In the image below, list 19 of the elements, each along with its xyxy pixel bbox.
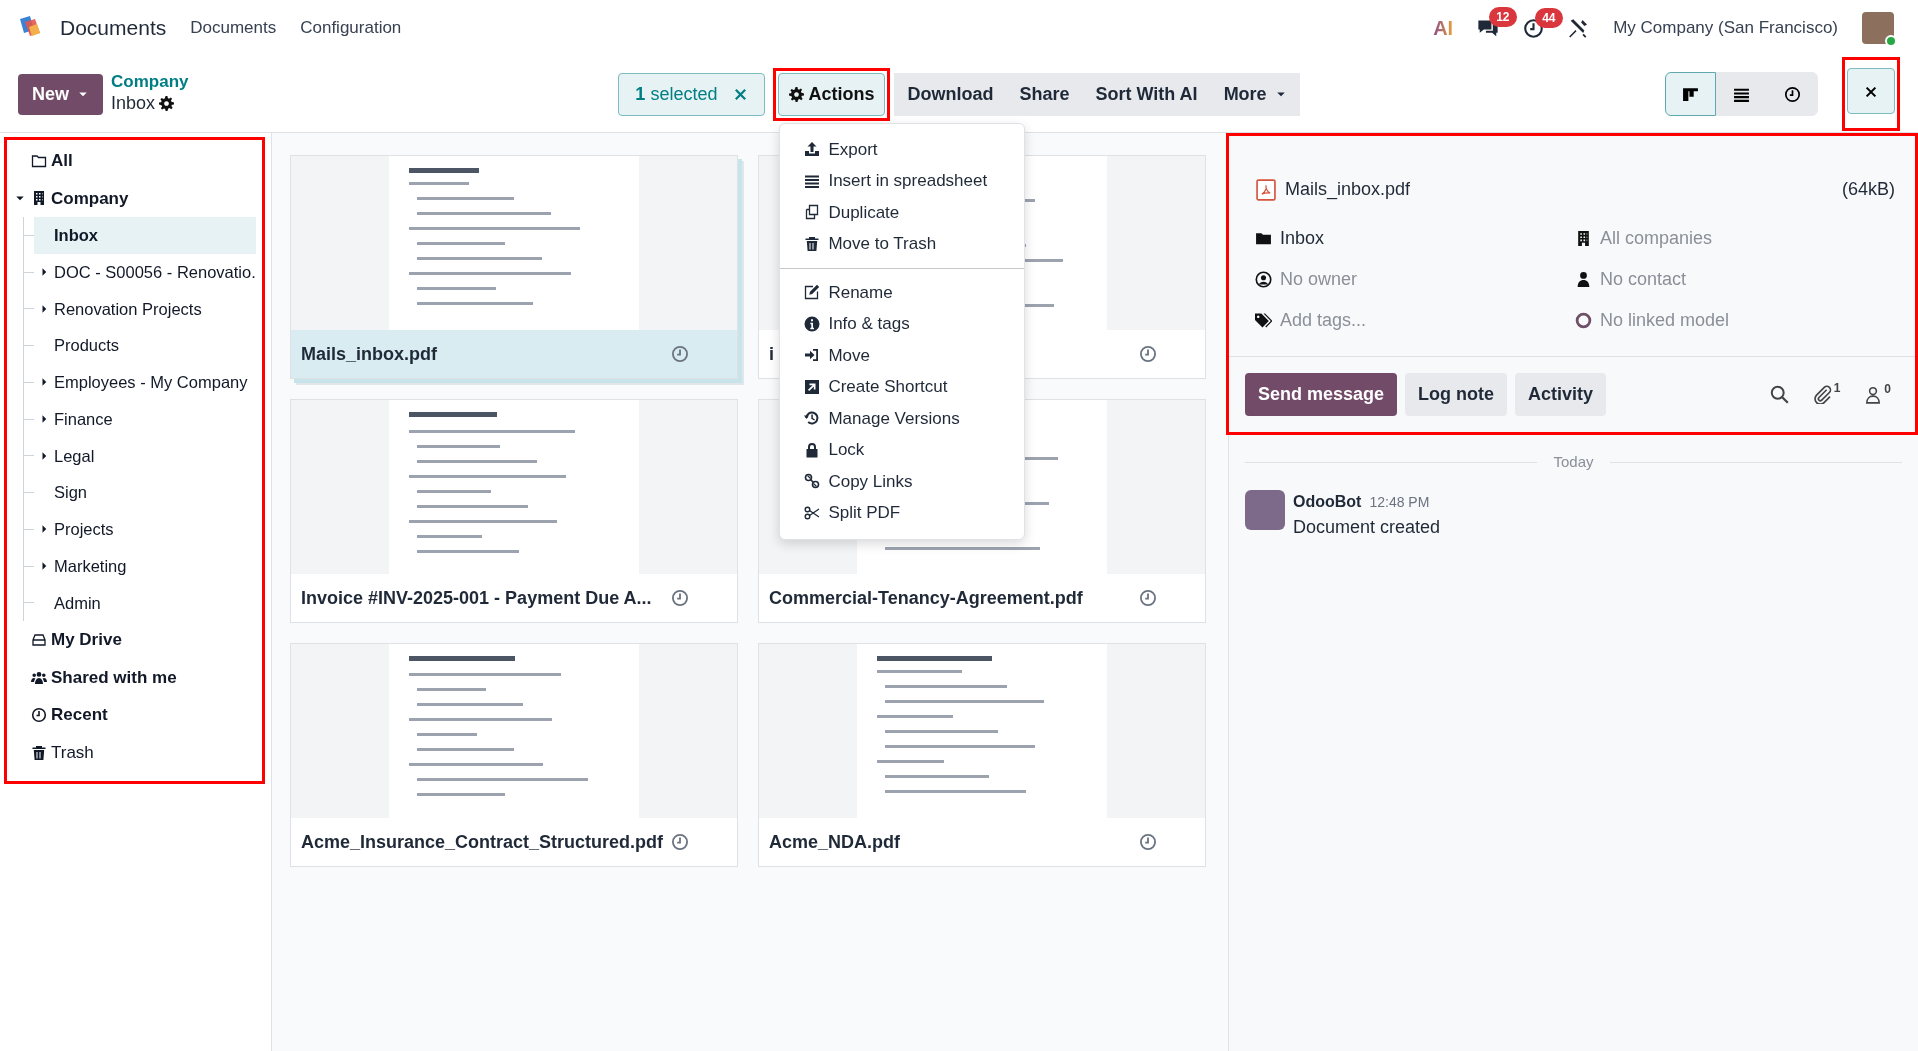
attachment-count: 1 [1833, 380, 1841, 397]
date-separator: Today [1553, 452, 1594, 472]
document-title: Acme_Insurance_Contract_Structured.pdf [301, 830, 664, 854]
document-title: Acme_NDA.pdf [769, 830, 901, 854]
follower-count: 0 [1884, 380, 1891, 398]
document-title: Mails_inbox.pdf [301, 342, 437, 366]
breadcrumb-current: Inbox [111, 92, 156, 115]
message-time: 12:48 PM [1369, 492, 1430, 512]
document-title: Invoice #INV-2025-001 - Payment Due A... [301, 586, 652, 610]
document-title: Commercial-Tenancy-Agreement.pdf [769, 586, 1083, 610]
message-author: OdooBot [1293, 491, 1362, 512]
app-title: Documents [60, 15, 167, 42]
file-size: (64kB) [1842, 178, 1895, 201]
file-name: Mails_inbox.pdf [1285, 178, 1411, 202]
selection-count: 1 selected [635, 82, 718, 106]
message-text: Document created [1293, 515, 1441, 539]
counter-badge: 12 [1489, 7, 1517, 27]
document-title: i [769, 342, 774, 366]
counter-badge: 44 [1535, 7, 1563, 28]
